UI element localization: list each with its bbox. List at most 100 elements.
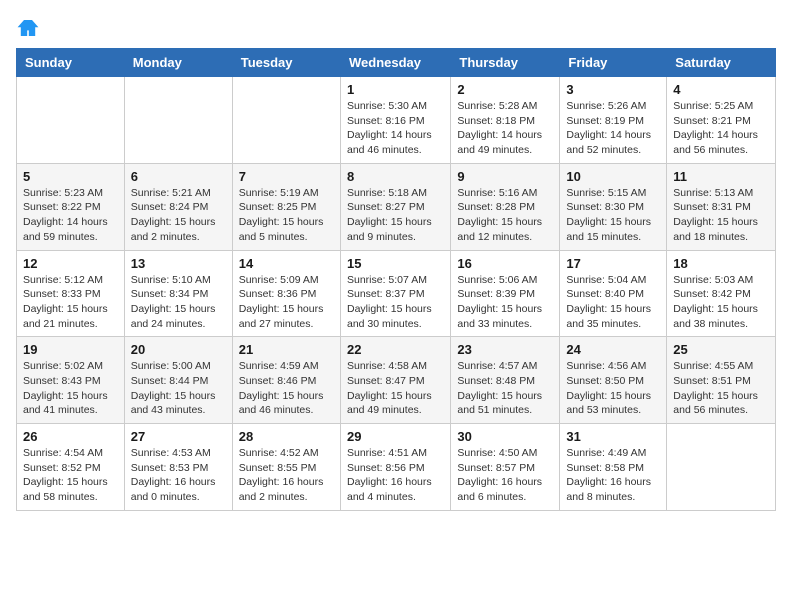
- calendar-cell: 30 Sunrise: 4:50 AM Sunset: 8:57 PM Dayli…: [451, 424, 560, 511]
- calendar-cell: 11 Sunrise: 5:13 AM Sunset: 8:31 PM Dayli…: [667, 163, 776, 250]
- day-info: Sunrise: 4:49 AM Sunset: 8:58 PM Dayligh…: [566, 446, 660, 505]
- day-number: 12: [23, 256, 118, 271]
- calendar-cell: 19 Sunrise: 5:02 AM Sunset: 8:43 PM Dayli…: [17, 337, 125, 424]
- day-number: 9: [457, 169, 553, 184]
- day-number: 25: [673, 342, 769, 357]
- day-info: Sunrise: 5:18 AM Sunset: 8:27 PM Dayligh…: [347, 186, 444, 245]
- calendar-cell: 16 Sunrise: 5:06 AM Sunset: 8:39 PM Dayli…: [451, 250, 560, 337]
- day-number: 7: [239, 169, 334, 184]
- day-info: Sunrise: 4:59 AM Sunset: 8:46 PM Dayligh…: [239, 359, 334, 418]
- calendar-cell: 7 Sunrise: 5:19 AM Sunset: 8:25 PM Daylig…: [232, 163, 340, 250]
- calendar-cell: 20 Sunrise: 5:00 AM Sunset: 8:44 PM Dayli…: [124, 337, 232, 424]
- day-number: 15: [347, 256, 444, 271]
- day-number: 26: [23, 429, 118, 444]
- day-number: 14: [239, 256, 334, 271]
- weekday-header-wednesday: Wednesday: [340, 49, 450, 77]
- week-row-3: 12 Sunrise: 5:12 AM Sunset: 8:33 PM Dayli…: [17, 250, 776, 337]
- calendar-cell: 23 Sunrise: 4:57 AM Sunset: 8:48 PM Dayli…: [451, 337, 560, 424]
- day-info: Sunrise: 4:55 AM Sunset: 8:51 PM Dayligh…: [673, 359, 769, 418]
- day-number: 23: [457, 342, 553, 357]
- day-number: 18: [673, 256, 769, 271]
- calendar-cell: 9 Sunrise: 5:16 AM Sunset: 8:28 PM Daylig…: [451, 163, 560, 250]
- page-header: [16, 16, 776, 40]
- day-number: 16: [457, 256, 553, 271]
- day-info: Sunrise: 5:09 AM Sunset: 8:36 PM Dayligh…: [239, 273, 334, 332]
- day-number: 1: [347, 82, 444, 97]
- day-info: Sunrise: 4:57 AM Sunset: 8:48 PM Dayligh…: [457, 359, 553, 418]
- day-info: Sunrise: 5:13 AM Sunset: 8:31 PM Dayligh…: [673, 186, 769, 245]
- day-info: Sunrise: 5:23 AM Sunset: 8:22 PM Dayligh…: [23, 186, 118, 245]
- day-info: Sunrise: 4:56 AM Sunset: 8:50 PM Dayligh…: [566, 359, 660, 418]
- calendar-cell: 25 Sunrise: 4:55 AM Sunset: 8:51 PM Dayli…: [667, 337, 776, 424]
- calendar-cell: 28 Sunrise: 4:52 AM Sunset: 8:55 PM Dayli…: [232, 424, 340, 511]
- day-number: 17: [566, 256, 660, 271]
- weekday-header-thursday: Thursday: [451, 49, 560, 77]
- day-info: Sunrise: 5:15 AM Sunset: 8:30 PM Dayligh…: [566, 186, 660, 245]
- calendar-cell: 18 Sunrise: 5:03 AM Sunset: 8:42 PM Dayli…: [667, 250, 776, 337]
- day-info: Sunrise: 5:10 AM Sunset: 8:34 PM Dayligh…: [131, 273, 226, 332]
- calendar-cell: 8Sunrise: 5:18 AM Sunset: 8:27 PM Daylig…: [340, 163, 450, 250]
- calendar-cell: 27Sunrise: 4:53 AM Sunset: 8:53 PM Dayli…: [124, 424, 232, 511]
- day-number: 6: [131, 169, 226, 184]
- day-number: 20: [131, 342, 226, 357]
- calendar-cell: 14 Sunrise: 5:09 AM Sunset: 8:36 PM Dayli…: [232, 250, 340, 337]
- calendar: SundayMondayTuesdayWednesdayThursdayFrid…: [16, 48, 776, 511]
- day-info: Sunrise: 5:02 AM Sunset: 8:43 PM Dayligh…: [23, 359, 118, 418]
- day-number: 13: [131, 256, 226, 271]
- day-number: 24: [566, 342, 660, 357]
- calendar-cell: 5 Sunrise: 5:23 AM Sunset: 8:22 PM Daylig…: [17, 163, 125, 250]
- calendar-cell: 13 Sunrise: 5:10 AM Sunset: 8:34 PM Dayli…: [124, 250, 232, 337]
- calendar-cell: 17 Sunrise: 5:04 AM Sunset: 8:40 PM Dayli…: [560, 250, 667, 337]
- calendar-cell: 15Sunrise: 5:07 AM Sunset: 8:37 PM Dayli…: [340, 250, 450, 337]
- calendar-cell: 21 Sunrise: 4:59 AM Sunset: 8:46 PM Dayli…: [232, 337, 340, 424]
- day-info: Sunrise: 5:12 AM Sunset: 8:33 PM Dayligh…: [23, 273, 118, 332]
- day-number: 2: [457, 82, 553, 97]
- day-info: Sunrise: 5:06 AM Sunset: 8:39 PM Dayligh…: [457, 273, 553, 332]
- calendar-cell: 31Sunrise: 4:49 AM Sunset: 8:58 PM Dayli…: [560, 424, 667, 511]
- calendar-cell: [667, 424, 776, 511]
- calendar-cell: 2Sunrise: 5:28 AM Sunset: 8:18 PM Daylig…: [451, 77, 560, 164]
- day-info: Sunrise: 4:58 AM Sunset: 8:47 PM Dayligh…: [347, 359, 444, 418]
- day-info: Sunrise: 4:54 AM Sunset: 8:52 PM Dayligh…: [23, 446, 118, 505]
- day-number: 30: [457, 429, 553, 444]
- day-number: 28: [239, 429, 334, 444]
- calendar-cell: 22Sunrise: 4:58 AM Sunset: 8:47 PM Dayli…: [340, 337, 450, 424]
- day-info: Sunrise: 4:51 AM Sunset: 8:56 PM Dayligh…: [347, 446, 444, 505]
- day-info: Sunrise: 4:52 AM Sunset: 8:55 PM Dayligh…: [239, 446, 334, 505]
- week-row-4: 19 Sunrise: 5:02 AM Sunset: 8:43 PM Dayli…: [17, 337, 776, 424]
- day-info: Sunrise: 5:16 AM Sunset: 8:28 PM Dayligh…: [457, 186, 553, 245]
- calendar-cell: 10Sunrise: 5:15 AM Sunset: 8:30 PM Dayli…: [560, 163, 667, 250]
- day-number: 11: [673, 169, 769, 184]
- weekday-header-friday: Friday: [560, 49, 667, 77]
- weekday-header-monday: Monday: [124, 49, 232, 77]
- week-row-5: 26 Sunrise: 4:54 AM Sunset: 8:52 PM Dayli…: [17, 424, 776, 511]
- day-info: Sunrise: 5:00 AM Sunset: 8:44 PM Dayligh…: [131, 359, 226, 418]
- weekday-header-sunday: Sunday: [17, 49, 125, 77]
- logo-icon: [16, 16, 40, 40]
- day-number: 5: [23, 169, 118, 184]
- calendar-cell: 4Sunrise: 5:25 AM Sunset: 8:21 PM Daylig…: [667, 77, 776, 164]
- calendar-cell: 6Sunrise: 5:21 AM Sunset: 8:24 PM Daylig…: [124, 163, 232, 250]
- day-info: Sunrise: 5:25 AM Sunset: 8:21 PM Dayligh…: [673, 99, 769, 158]
- calendar-cell: 1 Sunrise: 5:30 AM Sunset: 8:16 PM Daylig…: [340, 77, 450, 164]
- weekday-header-saturday: Saturday: [667, 49, 776, 77]
- day-info: Sunrise: 5:19 AM Sunset: 8:25 PM Dayligh…: [239, 186, 334, 245]
- week-row-2: 5 Sunrise: 5:23 AM Sunset: 8:22 PM Daylig…: [17, 163, 776, 250]
- calendar-cell: [17, 77, 125, 164]
- day-number: 3: [566, 82, 660, 97]
- day-info: Sunrise: 5:30 AM Sunset: 8:16 PM Dayligh…: [347, 99, 444, 158]
- day-number: 21: [239, 342, 334, 357]
- day-info: Sunrise: 4:50 AM Sunset: 8:57 PM Dayligh…: [457, 446, 553, 505]
- calendar-cell: 24 Sunrise: 4:56 AM Sunset: 8:50 PM Dayli…: [560, 337, 667, 424]
- weekday-header-tuesday: Tuesday: [232, 49, 340, 77]
- day-info: Sunrise: 5:04 AM Sunset: 8:40 PM Dayligh…: [566, 273, 660, 332]
- calendar-cell: 3 Sunrise: 5:26 AM Sunset: 8:19 PM Daylig…: [560, 77, 667, 164]
- week-row-1: 1 Sunrise: 5:30 AM Sunset: 8:16 PM Daylig…: [17, 77, 776, 164]
- day-number: 27: [131, 429, 226, 444]
- logo: [16, 16, 44, 40]
- day-info: Sunrise: 5:03 AM Sunset: 8:42 PM Dayligh…: [673, 273, 769, 332]
- day-number: 29: [347, 429, 444, 444]
- day-number: 19: [23, 342, 118, 357]
- calendar-cell: [124, 77, 232, 164]
- day-info: Sunrise: 5:26 AM Sunset: 8:19 PM Dayligh…: [566, 99, 660, 158]
